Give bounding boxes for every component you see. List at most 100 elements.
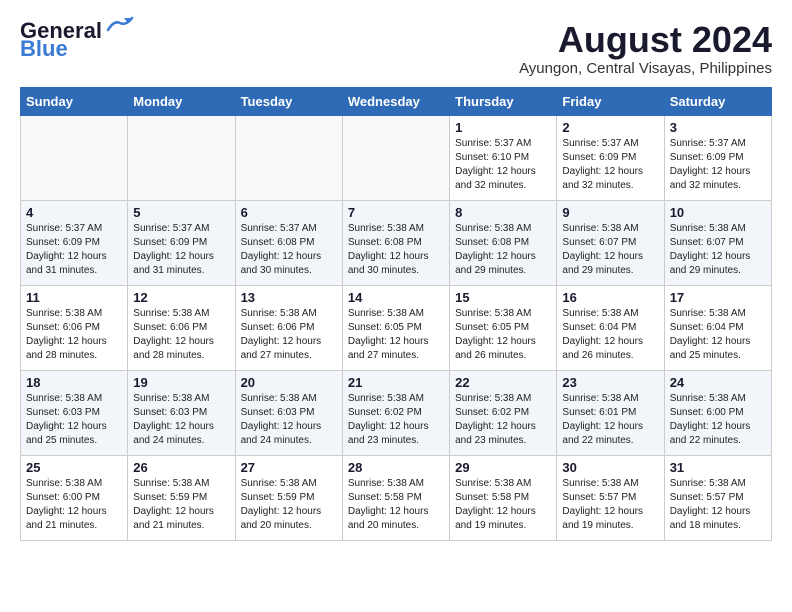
day-number: 11 bbox=[26, 290, 122, 305]
calendar-cell: 22Sunrise: 5:38 AMSunset: 6:02 PMDayligh… bbox=[450, 370, 557, 455]
day-info: Sunrise: 5:38 AMSunset: 5:58 PMDaylight:… bbox=[455, 477, 551, 533]
day-number: 8 bbox=[455, 205, 551, 220]
week-row-3: 11 Sunrise: 5:38 AMSunset: 6:06 PMDayligh… bbox=[21, 285, 772, 370]
day-info: Sunrise: 5:37 AMSunset: 6:09 PMDaylight:… bbox=[133, 222, 229, 278]
day-number: 4 bbox=[26, 205, 122, 220]
calendar-cell: 12Sunrise: 5:38 AMSunset: 6:06 PMDayligh… bbox=[128, 285, 235, 370]
calendar-cell: 9Sunrise: 5:38 AMSunset: 6:07 PMDaylight… bbox=[557, 200, 664, 285]
day-number: 31 bbox=[670, 460, 766, 475]
day-info: Sunrise: 5:38 AMSunset: 6:05 PMDaylight:… bbox=[348, 307, 444, 363]
calendar-subtitle: Ayungon, Central Visayas, Philippines bbox=[519, 60, 772, 77]
calendar-cell: 10 Sunrise: 5:38 AMSunset: 6:07 PMDayligh… bbox=[664, 200, 771, 285]
calendar-cell: 20 Sunrise: 5:38 AMSunset: 6:03 PMDayligh… bbox=[235, 370, 342, 455]
calendar-header: SundayMondayTuesdayWednesdayThursdayFrid… bbox=[21, 87, 772, 115]
calendar-table: SundayMondayTuesdayWednesdayThursdayFrid… bbox=[20, 87, 772, 541]
calendar-cell: 17Sunrise: 5:38 AMSunset: 6:04 PMDayligh… bbox=[664, 285, 771, 370]
day-number: 15 bbox=[455, 290, 551, 305]
day-number: 10 bbox=[670, 205, 766, 220]
header: General Blue August 2024 Ayungon, Centra… bbox=[20, 20, 772, 77]
day-info: Sunrise: 5:38 AMSunset: 6:04 PMDaylight:… bbox=[670, 307, 766, 363]
calendar-cell: 26 Sunrise: 5:38 AMSunset: 5:59 PMDayligh… bbox=[128, 455, 235, 540]
calendar-title: August 2024 bbox=[519, 20, 772, 60]
title-section: August 2024 Ayungon, Central Visayas, Ph… bbox=[519, 20, 772, 77]
column-header-sunday: Sunday bbox=[21, 87, 128, 115]
day-info: Sunrise: 5:37 AMSunset: 6:09 PMDaylight:… bbox=[562, 137, 658, 193]
column-header-wednesday: Wednesday bbox=[342, 87, 449, 115]
calendar-cell: 21 Sunrise: 5:38 AMSunset: 6:02 PMDayligh… bbox=[342, 370, 449, 455]
calendar-cell bbox=[342, 115, 449, 200]
day-info: Sunrise: 5:38 AMSunset: 6:06 PMDaylight:… bbox=[241, 307, 337, 363]
day-number: 26 bbox=[133, 460, 229, 475]
day-info: Sunrise: 5:38 AMSunset: 6:00 PMDaylight:… bbox=[26, 477, 122, 533]
calendar-cell: 3 Sunrise: 5:37 AMSunset: 6:09 PMDaylight… bbox=[664, 115, 771, 200]
column-header-tuesday: Tuesday bbox=[235, 87, 342, 115]
calendar-cell: 18Sunrise: 5:38 AMSunset: 6:03 PMDayligh… bbox=[21, 370, 128, 455]
day-number: 18 bbox=[26, 375, 122, 390]
logo-bird-icon bbox=[106, 15, 134, 35]
day-number: 20 bbox=[241, 375, 337, 390]
calendar-cell: 8 Sunrise: 5:38 AMSunset: 6:08 PMDaylight… bbox=[450, 200, 557, 285]
logo: General Blue bbox=[20, 20, 134, 60]
day-number: 29 bbox=[455, 460, 551, 475]
day-number: 6 bbox=[241, 205, 337, 220]
calendar-cell: 25 Sunrise: 5:38 AMSunset: 6:00 PMDayligh… bbox=[21, 455, 128, 540]
day-number: 28 bbox=[348, 460, 444, 475]
day-number: 23 bbox=[562, 375, 658, 390]
day-number: 2 bbox=[562, 120, 658, 135]
day-info: Sunrise: 5:38 AMSunset: 6:03 PMDaylight:… bbox=[133, 392, 229, 448]
calendar-cell: 2 Sunrise: 5:37 AMSunset: 6:09 PMDaylight… bbox=[557, 115, 664, 200]
week-row-5: 25 Sunrise: 5:38 AMSunset: 6:00 PMDayligh… bbox=[21, 455, 772, 540]
day-number: 25 bbox=[26, 460, 122, 475]
calendar-cell: 19 Sunrise: 5:38 AMSunset: 6:03 PMDayligh… bbox=[128, 370, 235, 455]
day-number: 5 bbox=[133, 205, 229, 220]
day-info: Sunrise: 5:38 AMSunset: 6:03 PMDaylight:… bbox=[241, 392, 337, 448]
calendar-cell bbox=[128, 115, 235, 200]
calendar-cell: 27Sunrise: 5:38 AMSunset: 5:59 PMDayligh… bbox=[235, 455, 342, 540]
week-row-1: 1Sunrise: 5:37 AMSunset: 6:10 PMDaylight… bbox=[21, 115, 772, 200]
calendar-cell: 30 Sunrise: 5:38 AMSunset: 5:57 PMDayligh… bbox=[557, 455, 664, 540]
day-number: 24 bbox=[670, 375, 766, 390]
calendar-cell: 7Sunrise: 5:38 AMSunset: 6:08 PMDaylight… bbox=[342, 200, 449, 285]
calendar-cell: 24 Sunrise: 5:38 AMSunset: 6:00 PMDayligh… bbox=[664, 370, 771, 455]
day-number: 3 bbox=[670, 120, 766, 135]
day-info: Sunrise: 5:37 AMSunset: 6:10 PMDaylight:… bbox=[455, 137, 551, 193]
logo-blue: Blue bbox=[20, 38, 68, 60]
day-info: Sunrise: 5:38 AMSunset: 6:00 PMDaylight:… bbox=[670, 392, 766, 448]
calendar-cell: 1Sunrise: 5:37 AMSunset: 6:10 PMDaylight… bbox=[450, 115, 557, 200]
day-info: Sunrise: 5:38 AMSunset: 6:07 PMDaylight:… bbox=[562, 222, 658, 278]
column-header-saturday: Saturday bbox=[664, 87, 771, 115]
day-info: Sunrise: 5:38 AMSunset: 6:07 PMDaylight:… bbox=[670, 222, 766, 278]
calendar-cell: 23 Sunrise: 5:38 AMSunset: 6:01 PMDayligh… bbox=[557, 370, 664, 455]
day-info: Sunrise: 5:38 AMSunset: 6:01 PMDaylight:… bbox=[562, 392, 658, 448]
day-info: Sunrise: 5:37 AMSunset: 6:08 PMDaylight:… bbox=[241, 222, 337, 278]
calendar-cell bbox=[21, 115, 128, 200]
day-info: Sunrise: 5:37 AMSunset: 6:09 PMDaylight:… bbox=[670, 137, 766, 193]
column-header-friday: Friday bbox=[557, 87, 664, 115]
day-number: 21 bbox=[348, 375, 444, 390]
column-header-monday: Monday bbox=[128, 87, 235, 115]
calendar-cell: 5 Sunrise: 5:37 AMSunset: 6:09 PMDaylight… bbox=[128, 200, 235, 285]
day-info: Sunrise: 5:38 AMSunset: 6:06 PMDaylight:… bbox=[26, 307, 122, 363]
day-number: 7 bbox=[348, 205, 444, 220]
day-info: Sunrise: 5:38 AMSunset: 6:08 PMDaylight:… bbox=[455, 222, 551, 278]
day-info: Sunrise: 5:37 AMSunset: 6:09 PMDaylight:… bbox=[26, 222, 122, 278]
calendar-cell: 4 Sunrise: 5:37 AMSunset: 6:09 PMDaylight… bbox=[21, 200, 128, 285]
calendar-cell: 16 Sunrise: 5:38 AMSunset: 6:04 PMDayligh… bbox=[557, 285, 664, 370]
day-info: Sunrise: 5:38 AMSunset: 6:04 PMDaylight:… bbox=[562, 307, 658, 363]
calendar-cell: 31 Sunrise: 5:38 AMSunset: 5:57 PMDayligh… bbox=[664, 455, 771, 540]
day-number: 27 bbox=[241, 460, 337, 475]
day-number: 16 bbox=[562, 290, 658, 305]
day-number: 30 bbox=[562, 460, 658, 475]
calendar-cell: 13 Sunrise: 5:38 AMSunset: 6:06 PMDayligh… bbox=[235, 285, 342, 370]
day-info: Sunrise: 5:38 AMSunset: 5:57 PMDaylight:… bbox=[670, 477, 766, 533]
day-info: Sunrise: 5:38 AMSunset: 5:57 PMDaylight:… bbox=[562, 477, 658, 533]
day-number: 13 bbox=[241, 290, 337, 305]
column-header-thursday: Thursday bbox=[450, 87, 557, 115]
day-info: Sunrise: 5:38 AMSunset: 5:59 PMDaylight:… bbox=[133, 477, 229, 533]
calendar-cell: 28Sunrise: 5:38 AMSunset: 5:58 PMDayligh… bbox=[342, 455, 449, 540]
day-number: 14 bbox=[348, 290, 444, 305]
day-info: Sunrise: 5:38 AMSunset: 6:02 PMDaylight:… bbox=[455, 392, 551, 448]
calendar-cell: 29 Sunrise: 5:38 AMSunset: 5:58 PMDayligh… bbox=[450, 455, 557, 540]
day-info: Sunrise: 5:38 AMSunset: 6:02 PMDaylight:… bbox=[348, 392, 444, 448]
day-number: 19 bbox=[133, 375, 229, 390]
